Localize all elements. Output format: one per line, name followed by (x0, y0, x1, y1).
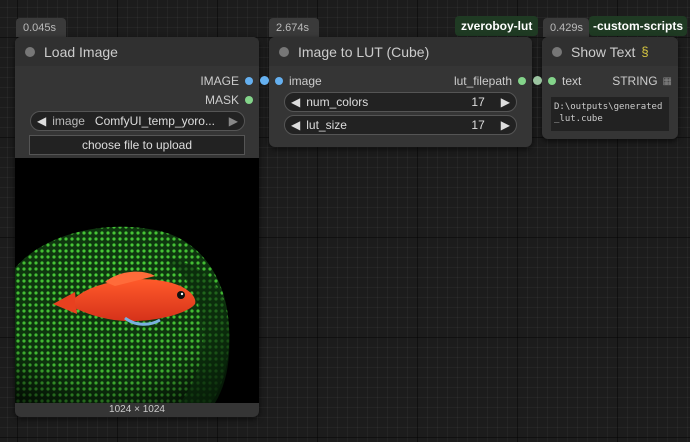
output-string-slot[interactable]: STRING ▦ (612, 73, 672, 89)
input-image-label: image (289, 74, 322, 88)
image-output-dot-icon[interactable] (245, 77, 253, 85)
lut-pack-badge: zveroboy-lut (455, 16, 539, 36)
image-to-lut-timing: 2.674s (269, 18, 319, 37)
output-mask-slot[interactable]: MASK (205, 92, 253, 108)
load-image-title-bar[interactable]: Load Image (15, 37, 259, 66)
output-mask-label: MASK (204, 93, 239, 107)
widget-label: lut_size (306, 118, 347, 132)
mask-output-dot-icon[interactable] (245, 96, 253, 104)
badge-text: -custom-scripts (593, 19, 684, 33)
image-link-dot-icon (260, 76, 269, 85)
input-image-slot[interactable]: image (275, 73, 322, 89)
timing-text: 2.674s (276, 21, 310, 34)
arrow-right-icon[interactable]: ▶ (223, 114, 244, 128)
widget-label: num_colors (306, 95, 369, 109)
output-lut-filepath-label: lut_filepath (453, 74, 512, 88)
text-output-value: D:\outputs\generated_lut.cube (554, 102, 663, 124)
widget-value: ComfyUI_temp_yoro... (94, 114, 215, 128)
show-text-node[interactable]: Show Text § text STRING ▦ D:\outputs\gen… (542, 37, 678, 139)
output-string-label: STRING (612, 74, 658, 88)
string-link-dot-icon (533, 76, 542, 85)
fish-image (15, 226, 230, 403)
input-text-slot[interactable]: text (548, 73, 581, 89)
output-image-slot[interactable]: IMAGE (200, 73, 253, 89)
badge-text: zveroboy-lut (461, 19, 533, 33)
collapse-dot-icon[interactable] (552, 46, 562, 57)
snake-icon: § (641, 44, 649, 59)
image-to-lut-node[interactable]: Image to LUT (Cube) image lut_filepath ◀… (269, 37, 532, 147)
timing-text: 0.045s (23, 21, 57, 34)
load-image-node[interactable]: Load Image IMAGE MASK ◀ image ComfyUI_te… (15, 37, 259, 417)
widget-label: image (52, 114, 85, 128)
collapse-dot-icon[interactable] (279, 46, 289, 57)
show-text-timing: 0.429s (543, 18, 589, 37)
increment-icon[interactable]: ▶ (495, 118, 516, 132)
increment-icon[interactable]: ▶ (495, 95, 516, 109)
node-title: Load Image (44, 43, 118, 60)
num-colors-widget[interactable]: ◀ num_colors 17 ▶ (284, 92, 517, 112)
text-output-area[interactable]: D:\outputs\generated_lut.cube (551, 97, 669, 131)
collapse-dot-icon[interactable] (25, 46, 35, 57)
image-preview (15, 158, 259, 403)
image-dimensions: 1024 × 1024 (109, 404, 165, 415)
decrement-icon[interactable]: ◀ (285, 118, 306, 132)
output-image-label: IMAGE (200, 74, 239, 88)
image-select-widget[interactable]: ◀ image ComfyUI_temp_yoro... ▶ (30, 111, 245, 131)
decrement-icon[interactable]: ◀ (285, 95, 306, 109)
image-to-lut-title-bar[interactable]: Image to LUT (Cube) (269, 37, 532, 66)
image-input-dot-icon[interactable] (275, 77, 283, 85)
output-lut-filepath-slot[interactable]: lut_filepath (454, 73, 526, 89)
widget-value: 17 (471, 95, 485, 109)
grid-icon: ▦ (662, 75, 672, 87)
node-title: Show Text (571, 43, 636, 60)
timing-text: 0.429s (550, 21, 584, 34)
load-image-timing: 0.045s (16, 18, 66, 37)
scripts-pack-badge: -custom-scripts (589, 16, 688, 36)
text-input-dot-icon[interactable] (548, 77, 556, 85)
lut-size-widget[interactable]: ◀ lut_size 17 ▶ (284, 115, 517, 135)
show-text-title-bar[interactable]: Show Text § (542, 37, 678, 66)
lut-filepath-output-dot-icon[interactable] (518, 77, 526, 85)
input-text-label: text (562, 74, 582, 88)
upload-label: choose file to upload (81, 138, 193, 152)
upload-button[interactable]: choose file to upload (29, 135, 245, 155)
node-title: Image to LUT (Cube) (298, 43, 430, 60)
arrow-left-icon[interactable]: ◀ (31, 114, 52, 128)
widget-value: 17 (471, 118, 485, 132)
